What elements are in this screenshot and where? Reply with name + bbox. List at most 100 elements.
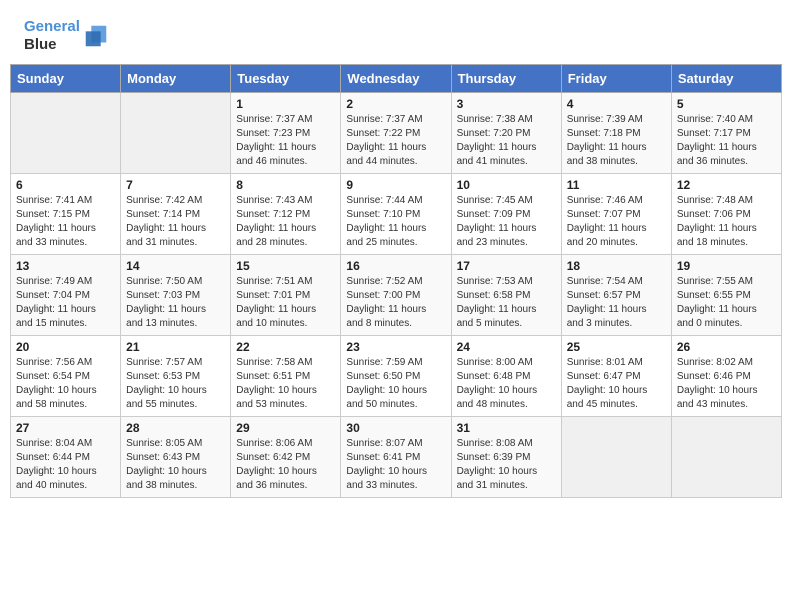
weekday-thursday: Thursday [451,65,561,93]
calendar-week-1: 6 Sunrise: 7:41 AM Sunset: 7:15 PM Daylig… [11,174,782,255]
day-info: Sunrise: 7:57 AM Sunset: 6:53 PM Dayligh… [126,356,225,412]
calendar-cell: 30 Sunrise: 8:07 AM Sunset: 6:41 PM Dayli… [341,417,451,498]
day-info: Sunrise: 7:50 AM Sunset: 7:03 PM Dayligh… [126,275,225,331]
calendar-cell: 8Sunrise: 7:43 AM Sunset: 7:12 PM Daylig… [231,174,341,255]
day-number: 6 [16,178,115,192]
calendar-cell [121,93,231,174]
page-header: GeneralBlue [0,0,792,64]
calendar-cell: 26 Sunrise: 8:02 AM Sunset: 6:46 PM Dayli… [671,336,781,417]
day-number: 21 [126,340,225,354]
day-number: 11 [567,178,666,192]
day-number: 10 [457,178,556,192]
day-number: 16 [346,259,445,273]
day-number: 8 [236,178,335,192]
calendar-cell: 7 Sunrise: 7:42 AM Sunset: 7:14 PM Daylig… [121,174,231,255]
day-info: Sunrise: 7:52 AM Sunset: 7:00 PM Dayligh… [346,275,445,331]
calendar-cell: 27 Sunrise: 8:04 AM Sunset: 6:44 PM Dayli… [11,417,121,498]
day-info: Sunrise: 7:55 AM Sunset: 6:55 PM Dayligh… [677,275,776,331]
weekday-saturday: Saturday [671,65,781,93]
calendar-wrap: SundayMondayTuesdayWednesdayThursdayFrid… [0,64,792,508]
day-info: Sunrise: 7:37 AM Sunset: 7:22 PM Dayligh… [346,113,445,169]
calendar-week-4: 27 Sunrise: 8:04 AM Sunset: 6:44 PM Dayli… [11,417,782,498]
day-number: 17 [457,259,556,273]
day-info: Sunrise: 8:08 AM Sunset: 6:39 PM Dayligh… [457,437,556,493]
day-number: 22 [236,340,335,354]
day-info: Sunrise: 8:07 AM Sunset: 6:41 PM Dayligh… [346,437,445,493]
calendar-cell: 19Sunrise: 7:55 AM Sunset: 6:55 PM Dayli… [671,255,781,336]
day-number: 7 [126,178,225,192]
day-number: 27 [16,421,115,435]
calendar-cell: 12Sunrise: 7:48 AM Sunset: 7:06 PM Dayli… [671,174,781,255]
day-info: Sunrise: 7:56 AM Sunset: 6:54 PM Dayligh… [16,356,115,412]
day-info: Sunrise: 7:59 AM Sunset: 6:50 PM Dayligh… [346,356,445,412]
day-info: Sunrise: 7:37 AM Sunset: 7:23 PM Dayligh… [236,113,335,169]
calendar-cell: 1 Sunrise: 7:37 AM Sunset: 7:23 PM Daylig… [231,93,341,174]
day-info: Sunrise: 7:53 AM Sunset: 6:58 PM Dayligh… [457,275,556,331]
calendar-cell: 16 Sunrise: 7:52 AM Sunset: 7:00 PM Dayli… [341,255,451,336]
day-number: 31 [457,421,556,435]
day-number: 1 [236,97,335,111]
day-number: 5 [677,97,776,111]
calendar-cell: 11 Sunrise: 7:46 AM Sunset: 7:07 PM Dayli… [561,174,671,255]
day-info: Sunrise: 7:39 AM Sunset: 7:18 PM Dayligh… [567,113,666,169]
day-number: 9 [346,178,445,192]
day-number: 30 [346,421,445,435]
day-info: Sunrise: 7:45 AM Sunset: 7:09 PM Dayligh… [457,194,556,250]
day-number: 20 [16,340,115,354]
calendar-cell: 2Sunrise: 7:37 AM Sunset: 7:22 PM Daylig… [341,93,451,174]
day-number: 26 [677,340,776,354]
weekday-monday: Monday [121,65,231,93]
day-info: Sunrise: 7:51 AM Sunset: 7:01 PM Dayligh… [236,275,335,331]
logo: GeneralBlue [24,18,110,54]
day-number: 15 [236,259,335,273]
calendar-cell: 24 Sunrise: 8:00 AM Sunset: 6:48 PM Dayli… [451,336,561,417]
day-info: Sunrise: 7:46 AM Sunset: 7:07 PM Dayligh… [567,194,666,250]
day-number: 24 [457,340,556,354]
day-number: 4 [567,97,666,111]
day-info: Sunrise: 7:41 AM Sunset: 7:15 PM Dayligh… [16,194,115,250]
day-number: 25 [567,340,666,354]
day-number: 28 [126,421,225,435]
calendar-cell [561,417,671,498]
day-number: 13 [16,259,115,273]
calendar-cell: 10 Sunrise: 7:45 AM Sunset: 7:09 PM Dayli… [451,174,561,255]
calendar-cell: 28 Sunrise: 8:05 AM Sunset: 6:43 PM Dayli… [121,417,231,498]
calendar-cell: 6 Sunrise: 7:41 AM Sunset: 7:15 PM Daylig… [11,174,121,255]
calendar-cell: 15 Sunrise: 7:51 AM Sunset: 7:01 PM Dayli… [231,255,341,336]
weekday-friday: Friday [561,65,671,93]
weekday-sunday: Sunday [11,65,121,93]
calendar-cell: 21 Sunrise: 7:57 AM Sunset: 6:53 PM Dayli… [121,336,231,417]
weekday-wednesday: Wednesday [341,65,451,93]
weekday-tuesday: Tuesday [231,65,341,93]
day-info: Sunrise: 8:05 AM Sunset: 6:43 PM Dayligh… [126,437,225,493]
day-info: Sunrise: 7:58 AM Sunset: 6:51 PM Dayligh… [236,356,335,412]
day-info: Sunrise: 7:48 AM Sunset: 7:06 PM Dayligh… [677,194,776,250]
day-info: Sunrise: 7:40 AM Sunset: 7:17 PM Dayligh… [677,113,776,169]
calendar-cell: 4 Sunrise: 7:39 AM Sunset: 7:18 PM Daylig… [561,93,671,174]
calendar-cell: 22 Sunrise: 7:58 AM Sunset: 6:51 PM Dayli… [231,336,341,417]
day-number: 29 [236,421,335,435]
calendar-cell: 3Sunrise: 7:38 AM Sunset: 7:20 PM Daylig… [451,93,561,174]
calendar-week-3: 20 Sunrise: 7:56 AM Sunset: 6:54 PM Dayli… [11,336,782,417]
calendar-cell: 25 Sunrise: 8:01 AM Sunset: 6:47 PM Dayli… [561,336,671,417]
weekday-header-row: SundayMondayTuesdayWednesdayThursdayFrid… [11,65,782,93]
calendar-cell: 5 Sunrise: 7:40 AM Sunset: 7:17 PM Daylig… [671,93,781,174]
calendar-cell: 18Sunrise: 7:54 AM Sunset: 6:57 PM Dayli… [561,255,671,336]
day-info: Sunrise: 8:04 AM Sunset: 6:44 PM Dayligh… [16,437,115,493]
day-info: Sunrise: 7:38 AM Sunset: 7:20 PM Dayligh… [457,113,556,169]
day-number: 14 [126,259,225,273]
day-info: Sunrise: 8:02 AM Sunset: 6:46 PM Dayligh… [677,356,776,412]
day-info: Sunrise: 8:01 AM Sunset: 6:47 PM Dayligh… [567,356,666,412]
calendar-body: 1 Sunrise: 7:37 AM Sunset: 7:23 PM Daylig… [11,93,782,498]
calendar-cell: 20 Sunrise: 7:56 AM Sunset: 6:54 PM Dayli… [11,336,121,417]
day-info: Sunrise: 8:06 AM Sunset: 6:42 PM Dayligh… [236,437,335,493]
calendar-table: SundayMondayTuesdayWednesdayThursdayFrid… [10,64,782,498]
calendar-cell: 9Sunrise: 7:44 AM Sunset: 7:10 PM Daylig… [341,174,451,255]
calendar-cell: 13 Sunrise: 7:49 AM Sunset: 7:04 PM Dayli… [11,255,121,336]
calendar-cell [11,93,121,174]
day-info: Sunrise: 8:00 AM Sunset: 6:48 PM Dayligh… [457,356,556,412]
calendar-cell: 17 Sunrise: 7:53 AM Sunset: 6:58 PM Dayli… [451,255,561,336]
day-info: Sunrise: 7:42 AM Sunset: 7:14 PM Dayligh… [126,194,225,250]
logo-icon [82,22,110,50]
day-info: Sunrise: 7:49 AM Sunset: 7:04 PM Dayligh… [16,275,115,331]
